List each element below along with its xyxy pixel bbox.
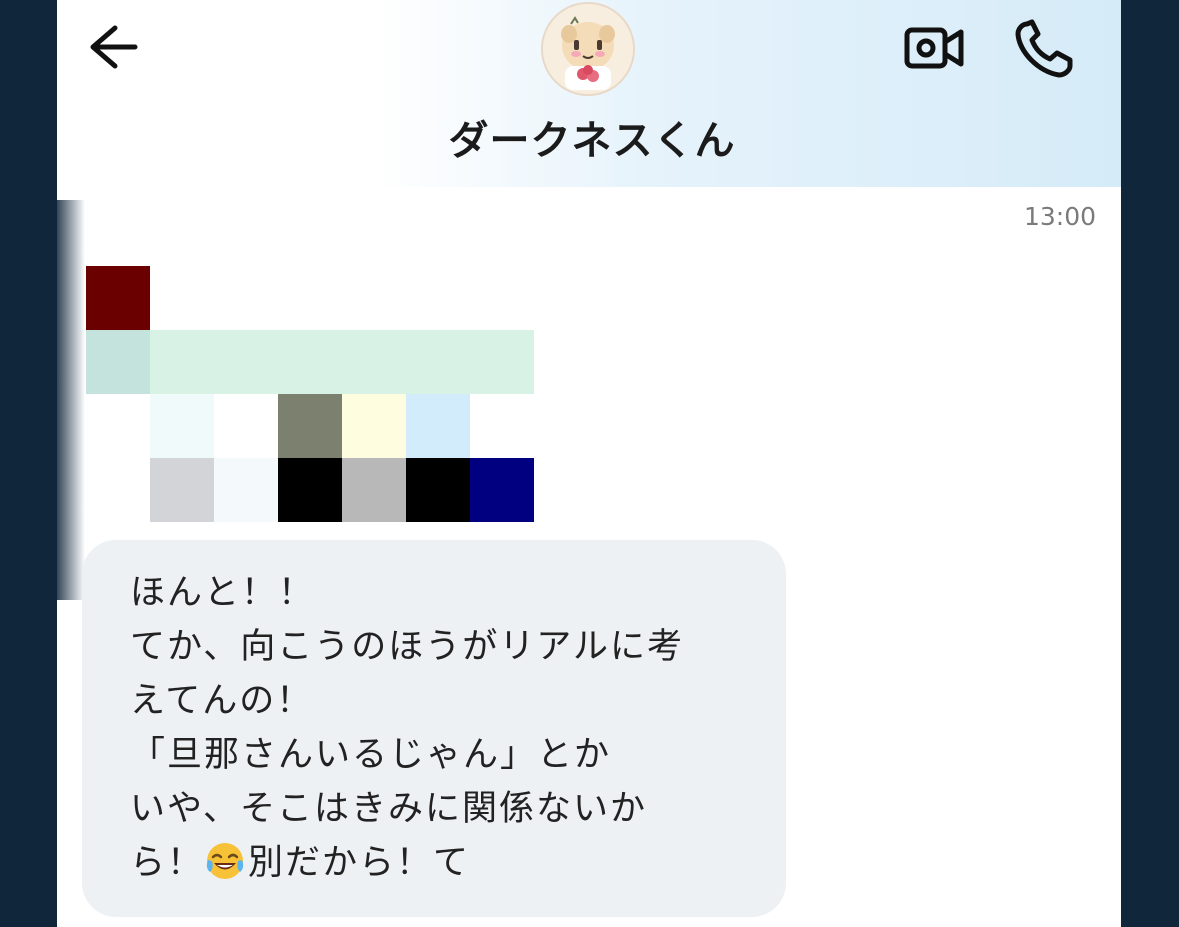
message-line: てか、向こうのほうがリアルに考 <box>130 627 684 667</box>
contact-name: ダークネスくん <box>448 118 736 164</box>
mosaic-tile <box>342 458 406 522</box>
page-curl-shadow <box>57 200 85 600</box>
face-with-tears-of-joy-icon <box>206 843 244 879</box>
chat-header: ダークネスくん <box>57 0 1121 187</box>
mosaic-tile <box>86 330 150 394</box>
phone-icon[interactable] <box>1013 18 1077 80</box>
mosaic-tile <box>406 394 470 458</box>
message-line: えてんの！ <box>130 681 314 721</box>
mosaic-tile <box>214 394 278 458</box>
avatar-character-image <box>543 4 633 94</box>
mosaic-tile <box>150 458 214 522</box>
chat-screen: ダークネスくん 13:00 ほんと！！ てか、向こうのほうがリアルに考 えてんの… <box>57 0 1121 927</box>
received-message-bubble[interactable]: ほんと！！ てか、向こうのほうがリアルに考 えてんの！ 「旦那さんいるじゃん」と… <box>82 540 786 917</box>
mosaic-tile <box>278 458 342 522</box>
mosaic-tile <box>86 458 150 522</box>
message-timestamp: 13:00 <box>1023 202 1096 231</box>
video-call-icon[interactable] <box>903 20 967 76</box>
mosaic-tile <box>150 330 534 394</box>
mosaic-tile <box>86 394 150 458</box>
mosaic-tile <box>86 266 150 330</box>
mosaic-tile <box>342 394 406 458</box>
redacted-mosaic <box>86 266 534 586</box>
back-arrow-icon[interactable] <box>85 22 141 72</box>
mosaic-tile <box>406 458 470 522</box>
message-line: ほんと！！ <box>130 573 316 613</box>
message-fragment: ら！ <box>130 843 205 883</box>
message-fragment: 別だから！て <box>248 843 471 883</box>
message-line: いや、そこはきみに関係ないか <box>130 789 647 829</box>
mosaic-tile <box>150 394 214 458</box>
mosaic-tile <box>278 394 342 458</box>
contact-avatar[interactable] <box>541 2 635 96</box>
message-line-last: ら！ 別だから！て <box>130 836 786 890</box>
message-line: 「旦那さんいるじゃん」とか <box>130 735 612 775</box>
mosaic-tile <box>214 458 278 522</box>
mosaic-tile <box>470 458 534 522</box>
